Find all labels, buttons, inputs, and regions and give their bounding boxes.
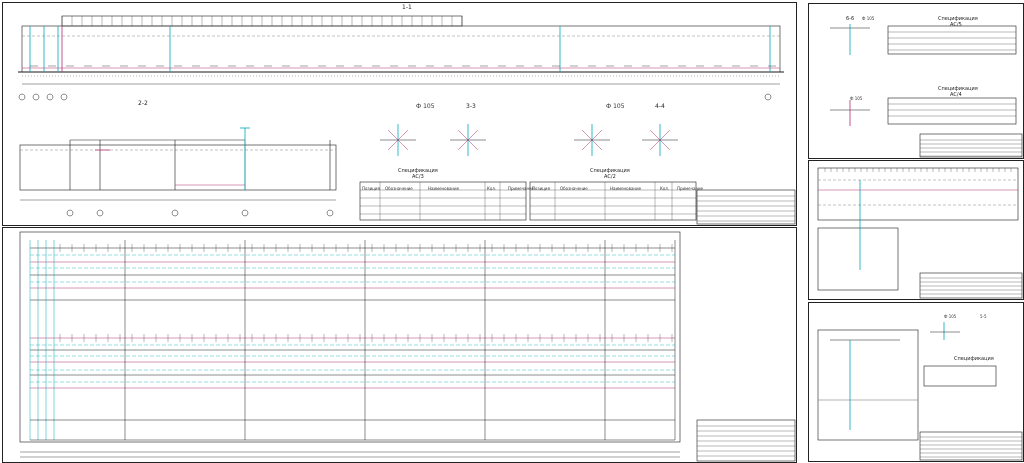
- axis-bubble: [96, 209, 104, 217]
- axis-bubble: [32, 93, 40, 101]
- axis-bubble: [66, 209, 74, 217]
- axis-bubble: [171, 209, 179, 217]
- axis-bubble: [46, 93, 54, 101]
- axis-bubble: [241, 209, 249, 217]
- axis-bubble: [326, 209, 334, 217]
- axis-bubble: [60, 93, 68, 101]
- axis-bubble: [764, 93, 772, 101]
- axis-bubble: [18, 93, 26, 101]
- drawing-linework: [18, 15, 1023, 462]
